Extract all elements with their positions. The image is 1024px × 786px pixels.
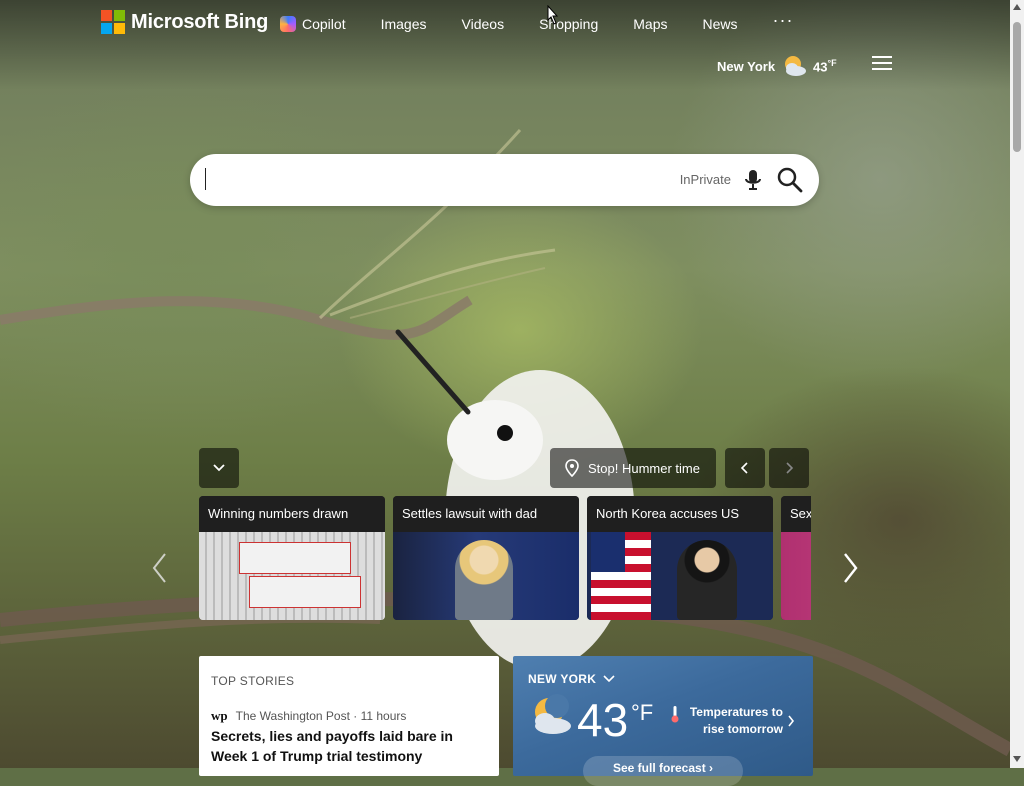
full-forecast-button[interactable]: See full forecast ›	[583, 756, 743, 786]
next-image-button[interactable]	[769, 448, 809, 488]
weather-city[interactable]: NEW YORK	[528, 672, 616, 686]
scrollbar-thumb[interactable]	[1013, 22, 1021, 152]
chevron-down-icon	[603, 675, 615, 683]
chevron-down-icon	[213, 464, 225, 472]
location-pin-icon	[565, 459, 579, 477]
story-source-text: The Washington Post · 11 hours	[235, 709, 407, 723]
weather-note: Temperatures to rise tomorrow	[689, 705, 783, 736]
microsoft-logo-icon	[101, 10, 125, 34]
story-source: wp The Washington Post · 11 hours	[211, 708, 406, 724]
partly-cloudy-night-icon	[785, 56, 807, 76]
search-input[interactable]	[206, 168, 650, 194]
nav-news[interactable]: News	[702, 16, 737, 32]
scroll-down-arrow-icon[interactable]	[1013, 756, 1021, 762]
news-card-title: Sex	[781, 496, 811, 532]
hamburger-menu-button[interactable]	[872, 56, 892, 71]
news-card[interactable]: Sex	[781, 496, 811, 620]
washington-post-logo-icon: wp	[211, 708, 228, 723]
mouse-cursor-icon	[547, 5, 559, 25]
page-scrollbar[interactable]	[1010, 0, 1024, 768]
nav-maps[interactable]: Maps	[633, 16, 667, 32]
news-card[interactable]: North Korea accuses US	[587, 496, 773, 620]
collapse-button[interactable]	[199, 448, 239, 488]
weather-temp: 43	[577, 694, 629, 746]
header-weather-unit: °F	[827, 57, 837, 68]
bing-logo[interactable]: Microsoft Bing	[101, 10, 268, 34]
brand-name: Microsoft Bing	[131, 10, 269, 33]
header-weather-city: New York	[717, 58, 776, 74]
copilot-icon	[280, 16, 296, 32]
chevron-right-icon	[786, 462, 794, 474]
search-icon[interactable]	[777, 167, 803, 193]
nav-copilot[interactable]: Copilot	[280, 16, 346, 32]
menu-line	[872, 62, 892, 64]
news-card-image	[781, 532, 811, 620]
chevron-right-icon[interactable]	[787, 714, 795, 728]
menu-line	[872, 56, 892, 58]
news-card-image	[393, 532, 579, 620]
news-card-image	[199, 532, 385, 620]
header-weather-temp: 43	[813, 59, 828, 75]
menu-line	[872, 68, 892, 70]
top-stories-label: TOP STORIES	[211, 674, 295, 688]
nav-videos[interactable]: Videos	[462, 16, 505, 32]
hummingbird-illustration	[0, 128, 1010, 757]
background-image	[0, 0, 1010, 768]
news-card-title: Settles lawsuit with dad	[393, 496, 579, 532]
news-card[interactable]: Settles lawsuit with dad	[393, 496, 579, 620]
image-title: Stop! Hummer time	[588, 460, 700, 476]
weather-card[interactable]: NEW YORK 43 °F Temperatures to rise tomo…	[513, 656, 813, 786]
image-info-button[interactable]: Stop! Hummer time	[550, 448, 716, 488]
news-carousel: Winning numbers drawn Settles lawsuit wi…	[199, 496, 811, 620]
inprivate-label: InPrivate	[679, 172, 731, 187]
header-weather[interactable]: New York 43°F	[717, 54, 837, 78]
carousel-prev-button[interactable]	[148, 551, 172, 585]
top-stories-card[interactable]: TOP STORIES wp The Washington Post · 11 …	[199, 656, 499, 776]
weather-unit: °F	[631, 700, 654, 725]
previous-image-button[interactable]	[725, 448, 765, 488]
search-box[interactable]: InPrivate	[190, 154, 819, 206]
carousel-next-button[interactable]	[838, 551, 862, 585]
top-nav: Copilot Images Videos Shopping Maps News…	[280, 10, 793, 32]
text-caret	[205, 168, 206, 190]
scroll-up-arrow-icon[interactable]	[1013, 4, 1021, 10]
nav-copilot-label: Copilot	[302, 16, 346, 32]
news-card-title: North Korea accuses US	[587, 496, 773, 532]
partly-cloudy-night-icon	[535, 694, 571, 734]
news-card[interactable]: Winning numbers drawn	[199, 496, 385, 620]
news-card-title: Winning numbers drawn	[199, 496, 385, 532]
nav-images[interactable]: Images	[381, 16, 427, 32]
more-menu-button[interactable]: ···	[773, 10, 794, 31]
chevron-left-icon	[740, 462, 748, 474]
news-card-image	[587, 532, 773, 620]
weather-city-label: NEW YORK	[528, 672, 597, 686]
story-headline[interactable]: Secrets, lies and payoffs laid bare in W…	[211, 726, 491, 766]
microphone-icon[interactable]	[743, 168, 763, 192]
